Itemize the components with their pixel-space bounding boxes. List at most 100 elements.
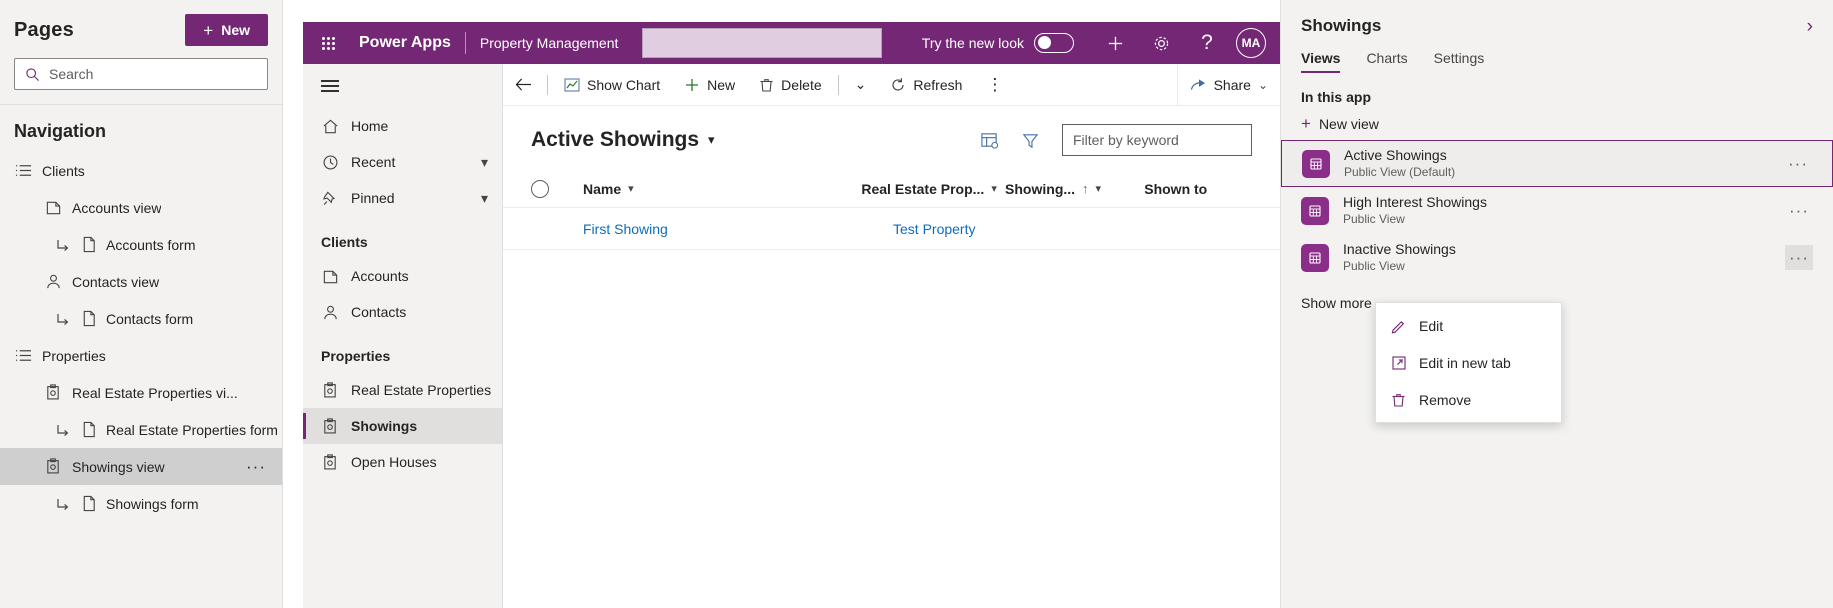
view-selector[interactable]: Active Showings ▾: [531, 128, 715, 152]
column-label: Showing...: [1005, 181, 1075, 197]
rail-item-recent[interactable]: Recent ▾: [303, 144, 502, 180]
gear-icon[interactable]: [1138, 22, 1184, 64]
share-icon: [1190, 77, 1207, 92]
view-list-item[interactable]: High Interest ShowingsPublic View···: [1281, 187, 1833, 234]
nav-item-clients[interactable]: Clients: [0, 152, 282, 189]
form-icon: [80, 310, 98, 328]
app-header-actions: Try the new look ? MA: [922, 22, 1280, 64]
context-menu-remove[interactable]: Remove: [1376, 381, 1561, 418]
sort-ascending-icon: ↑: [1082, 181, 1089, 196]
nav-item-properties[interactable]: Properties: [0, 337, 282, 374]
rail-item-label: Recent: [351, 154, 395, 170]
rail-item-label: Showings: [351, 418, 417, 434]
rail-item-real-estate-properties[interactable]: Real Estate Properties: [303, 372, 502, 408]
entity-icon: [321, 381, 339, 399]
divider: [465, 32, 466, 54]
page-title: Pages: [14, 19, 74, 42]
context-menu-edit[interactable]: Edit: [1376, 307, 1561, 344]
new-look-toggle[interactable]: [1034, 33, 1074, 53]
chevron-right-icon[interactable]: ›: [1807, 17, 1813, 36]
show-chart-label: Show Chart: [587, 77, 660, 93]
column-header-real-estate-property[interactable]: Real Estate Prop... ▾: [861, 181, 1005, 197]
more-commands-icon[interactable]: ⋮: [974, 64, 1015, 106]
plus-icon: [684, 77, 700, 93]
question-icon[interactable]: ?: [1184, 22, 1230, 64]
view-item-more-icon[interactable]: ···: [1784, 151, 1812, 176]
plus-icon[interactable]: [1092, 22, 1138, 64]
nav-item-label: Contacts view: [72, 274, 159, 290]
overflow-chevron-icon[interactable]: ⌄: [843, 64, 879, 106]
rail-item-home[interactable]: Home: [303, 108, 502, 144]
table-row[interactable]: First ShowingTest Property: [503, 208, 1280, 250]
tab-settings[interactable]: Settings: [1434, 50, 1485, 73]
chevron-down-icon[interactable]: ▾: [481, 190, 488, 207]
entity-icon: [44, 384, 62, 402]
context-menu-edit-new-tab[interactable]: Edit in new tab: [1376, 344, 1561, 381]
cell-property-link[interactable]: Test Property: [893, 221, 1053, 237]
home-icon: [321, 117, 339, 135]
chevron-down-icon[interactable]: ▾: [481, 154, 488, 171]
new-view-label: New view: [1319, 116, 1379, 132]
rail-item-accounts[interactable]: Accounts: [303, 258, 502, 294]
views-list: Active ShowingsPublic View (Default)···H…: [1281, 140, 1833, 281]
app-launcher-icon[interactable]: [311, 37, 345, 50]
new-view-button[interactable]: + New view: [1281, 111, 1399, 140]
filter-icon[interactable]: [1021, 131, 1040, 150]
back-arrow-icon[interactable]: [503, 64, 543, 106]
chevron-down-icon: ⌄: [1258, 78, 1268, 92]
view-list-item[interactable]: Inactive ShowingsPublic View···: [1281, 234, 1833, 281]
nav-item-more-icon[interactable]: ···: [246, 458, 266, 475]
view-list-item[interactable]: Active ShowingsPublic View (Default)···: [1281, 140, 1833, 187]
tab-views[interactable]: Views: [1301, 50, 1340, 73]
toggle-knob: [1038, 36, 1051, 49]
nav-item-contacts-view[interactable]: Contacts view: [0, 263, 282, 300]
column-header-showing[interactable]: Showing... ↑ ▾: [1005, 181, 1144, 197]
app-search-box[interactable]: [642, 28, 882, 58]
rail-item-contacts[interactable]: Contacts: [303, 294, 502, 330]
new-record-button[interactable]: New: [672, 64, 747, 106]
pages-search-box[interactable]: [14, 58, 268, 90]
edit-columns-icon[interactable]: [980, 131, 999, 150]
nav-item-contacts-form[interactable]: Contacts form: [0, 300, 282, 337]
delete-button[interactable]: Delete: [747, 64, 833, 106]
right-panel-header: Showings ›: [1281, 0, 1833, 44]
rail-group-title: Properties: [303, 330, 502, 372]
search-input[interactable]: [49, 66, 257, 82]
grid-tile-icon: [1301, 197, 1329, 225]
chevron-down-icon: ▾: [1096, 182, 1102, 195]
view-item-more-icon[interactable]: ···: [1785, 198, 1813, 223]
nav-item-showings-form[interactable]: Showings form: [0, 485, 282, 522]
form-icon: [80, 495, 98, 513]
rail-item-showings[interactable]: Showings: [303, 408, 502, 444]
refresh-label: Refresh: [913, 77, 962, 93]
select-all-checkbox[interactable]: [531, 180, 549, 198]
view-item-more-icon[interactable]: ···: [1785, 245, 1813, 270]
show-chart-button[interactable]: Show Chart: [552, 64, 672, 106]
nav-item-accounts-view[interactable]: Accounts view: [0, 189, 282, 226]
chart-icon: [564, 77, 580, 93]
app-name-label: Property Management: [480, 35, 619, 51]
filter-keyword-input[interactable]: [1062, 124, 1252, 156]
grid-rows: First ShowingTest Property: [503, 208, 1280, 250]
rail-item-open-houses[interactable]: Open Houses: [303, 444, 502, 480]
refresh-button[interactable]: Refresh: [878, 64, 974, 106]
context-menu-remove-label: Remove: [1419, 392, 1471, 408]
hamburger-icon[interactable]: [303, 64, 502, 108]
nav-item-accounts-form[interactable]: Accounts form: [0, 226, 282, 263]
tab-charts[interactable]: Charts: [1366, 50, 1407, 73]
nav-item-label: Real Estate Properties vi...: [72, 385, 238, 401]
clock-icon: [321, 153, 339, 171]
rail-item-pinned[interactable]: Pinned▾: [303, 180, 502, 216]
app-root: Pages + New Navigation ClientsAccounts v…: [0, 0, 1833, 608]
brand-label: Power Apps: [359, 34, 451, 52]
new-page-button-label: New: [221, 22, 250, 38]
new-page-button[interactable]: + New: [185, 14, 268, 46]
avatar[interactable]: MA: [1236, 28, 1266, 58]
nav-item-real-estate-properties-vi[interactable]: Real Estate Properties vi...: [0, 374, 282, 411]
column-header-name[interactable]: Name ▾: [583, 181, 861, 197]
nav-item-showings-view[interactable]: Showings view···: [0, 448, 282, 485]
cell-name-link[interactable]: First Showing: [583, 221, 893, 237]
nav-item-real-estate-properties-form[interactable]: Real Estate Properties form: [0, 411, 282, 448]
column-header-shown-to[interactable]: Shown to: [1144, 181, 1252, 197]
share-button[interactable]: Share ⌄: [1178, 64, 1280, 106]
